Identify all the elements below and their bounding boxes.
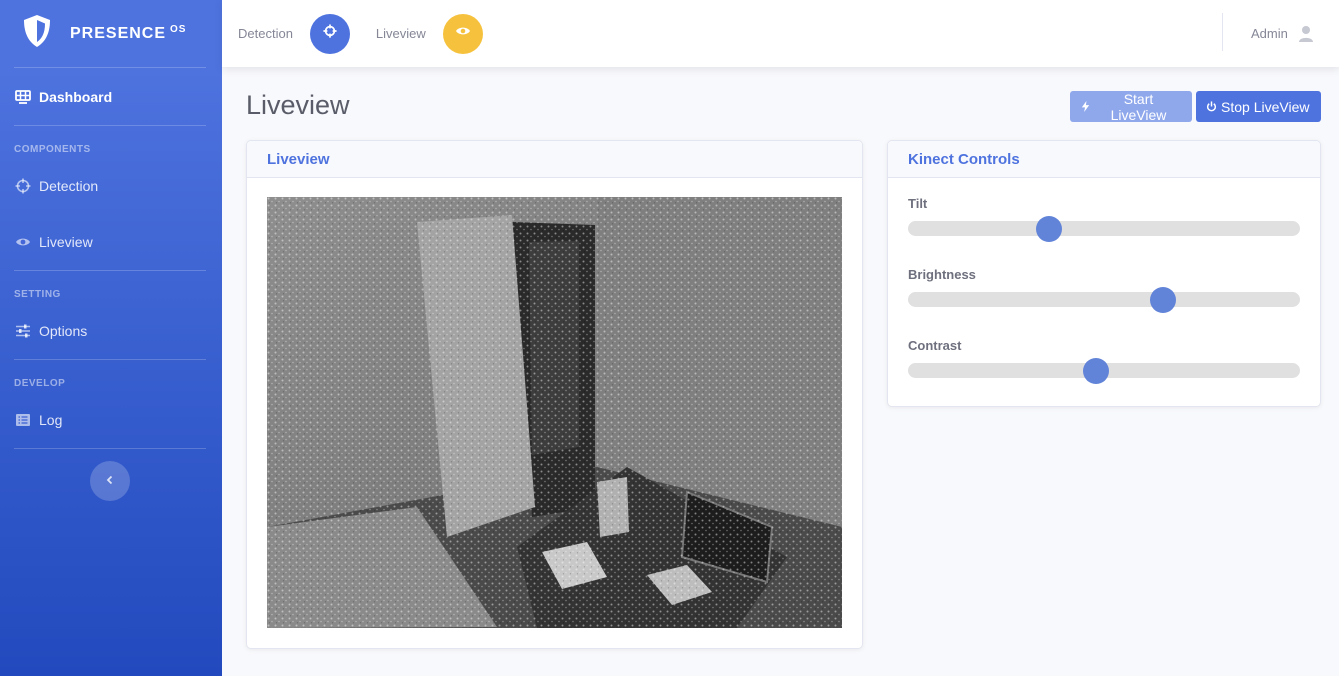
brand-name: PRESENCE OS [70,24,187,42]
crosshairs-icon [323,24,337,43]
user-menu[interactable]: Admin [1251,0,1314,67]
contrast-slider[interactable] [908,358,1300,384]
kinect-controls-card: Kinect Controls Tilt Brightness Contrast [887,140,1321,407]
list-icon [14,413,32,427]
shield-icon [22,14,52,53]
sidebar-heading: COMPONENTS [14,144,91,155]
topbar-liveview-link[interactable]: Liveview [376,26,426,41]
sidebar-item-label: Options [39,323,88,339]
eye-icon [455,23,471,44]
stop-liveview-label: Stop LiveView [1221,98,1310,115]
sidebar-heading: DEVELOP [14,378,66,389]
tilt-control: Tilt [908,196,1300,242]
liveview-image [267,197,842,628]
sidebar-item-label: Detection [39,178,99,194]
topbar-detection-link[interactable]: Detection [238,26,293,41]
contrast-control: Contrast [908,338,1300,384]
kinect-controls-title: Kinect Controls [888,141,1320,178]
detection-button[interactable] [309,13,350,54]
user-name: Admin [1251,26,1288,41]
sliders-icon [14,324,32,338]
sidebar-item-liveview[interactable]: Liveview [0,214,222,270]
brand[interactable]: PRESENCE OS [0,0,222,67]
sidebar-divider [14,448,206,449]
sidebar-item-label: Liveview [39,234,93,250]
sidebar-toggle-button[interactable] [90,461,130,501]
stop-liveview-button[interactable]: Stop LiveView [1196,91,1321,122]
sidebar-item-log[interactable]: Log [0,392,222,448]
topbar-divider [1222,13,1223,51]
chevron-left-icon [105,472,115,490]
bolt-icon [1080,101,1095,112]
start-liveview-label: Start LiveView [1110,90,1167,123]
liveview-button[interactable] [442,13,483,54]
sidebar-item-label: Dashboard [39,88,113,105]
liveview-frame [267,197,842,628]
tilt-slider[interactable] [908,216,1300,242]
dashboard-icon [14,89,32,104]
liveview-card-title: Liveview [247,141,862,178]
topbar: Detection Liveview Admin [222,0,1339,67]
brightness-slider-thumb[interactable] [1149,287,1176,313]
power-icon [1206,101,1221,112]
page-title: Liveview [246,90,350,120]
start-liveview-button[interactable]: Start LiveView [1070,90,1192,123]
brightness-control: Brightness [908,267,1300,313]
brightness-slider[interactable] [908,287,1300,313]
tilt-label: Tilt [908,196,928,211]
crosshairs-icon [14,178,32,194]
user-icon [1298,25,1314,42]
contrast-label: Contrast [908,338,962,353]
sidebar-item-label: Log [39,412,63,428]
eye-icon [14,235,32,249]
liveview-card: Liveview [246,140,863,649]
sidebar-heading: SETTING [14,289,61,300]
sidebar-item-options[interactable]: Options [0,303,222,359]
contrast-slider-thumb[interactable] [1083,358,1110,384]
sidebar: PRESENCE OS Dashboard COMPONENTS Detectio… [0,0,222,676]
tilt-slider-thumb[interactable] [1036,216,1063,242]
sidebar-item-detection[interactable]: Detection [0,158,222,214]
brightness-label: Brightness [908,267,976,282]
sidebar-item-dashboard[interactable]: Dashboard [0,68,222,125]
